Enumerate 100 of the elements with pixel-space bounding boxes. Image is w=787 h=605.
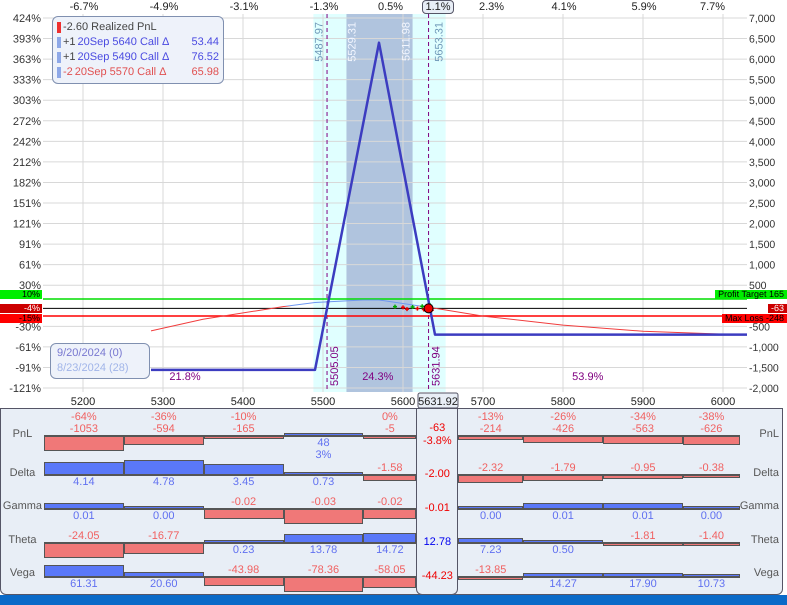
row-label: Vega: [754, 566, 779, 582]
current-value: 12.78: [424, 536, 452, 548]
greek-value: 13.78: [310, 544, 338, 556]
leg-description: 20Sep 5640 Call Δ: [78, 35, 170, 50]
greek-value: -1.40: [698, 530, 724, 542]
realized-pnl-text: -2.60 Realized PnL: [63, 20, 157, 35]
greek-value: 10.73: [698, 578, 726, 590]
dollar-axis-label: 5,000: [749, 95, 776, 108]
dollar-axis-label: 3,500: [749, 156, 776, 169]
leg-quantity: +1: [63, 35, 76, 50]
current-percent-label: 1.1%: [422, 0, 454, 14]
current-percent: -3.8%: [422, 435, 452, 448]
leg-description: 20Sep 5570 Call Δ: [74, 65, 167, 80]
row-label: PnL: [12, 427, 32, 442]
leg-quantity: -2: [63, 65, 73, 80]
max-loss-badge: -15%: [0, 314, 42, 323]
value-bar: [363, 476, 416, 481]
greek-value: 20.60: [150, 578, 178, 590]
probability-label: 53.9%: [572, 371, 604, 383]
dollar-axis-label: 500: [749, 280, 767, 292]
dollar-axis-label: 4,000: [749, 136, 776, 148]
greek-value: 0.01: [552, 510, 574, 522]
dollar-axis-label: 4,500: [749, 116, 776, 128]
percent-axis-label: 91%: [18, 239, 41, 252]
leg-quantity: +1: [63, 50, 76, 65]
greek-value: 0.50: [552, 544, 574, 556]
percent-value: 3%: [316, 449, 332, 461]
greek-value: -1053: [70, 423, 98, 435]
greek-value: 17.90: [629, 578, 657, 590]
greek-value: -0.03: [310, 496, 336, 508]
dollar-axis-label: 6,000: [749, 54, 776, 66]
greek-value: -0.38: [698, 462, 724, 474]
leg-marker-icon: [57, 67, 61, 78]
percent-axis-label: -91%: [15, 362, 41, 374]
probability-label: 21.8%: [169, 371, 201, 383]
row-label: Delta: [10, 466, 36, 481]
greek-value: 0.01: [73, 510, 95, 522]
dollar-axis-label: 5,500: [749, 74, 776, 87]
row-label: Delta: [753, 466, 779, 481]
date-label: 9/20/2024 (0): [57, 346, 124, 361]
greek-value: 0.23: [232, 544, 254, 556]
percent-value: 0%: [382, 411, 398, 423]
band-price-label: 5653.31: [434, 22, 446, 62]
percent-value: -26%: [550, 411, 576, 423]
greek-value: -13.85: [475, 564, 506, 576]
percent-change-label: 2.3%: [478, 1, 504, 14]
leg-marker-icon: [57, 37, 61, 48]
percent-value: -10%: [230, 411, 256, 423]
price-axis-label: 5600: [390, 396, 416, 408]
percent-change-label: -3.1%: [230, 1, 258, 14]
breakeven-label: 5631.94: [430, 346, 443, 386]
current-value: -44.23: [422, 570, 453, 582]
price-axis-label: 5300: [150, 396, 176, 408]
dollar-axis-label: 1,500: [749, 239, 776, 252]
percent-axis-label: 182%: [12, 177, 41, 190]
percent-axis-label: 121%: [12, 218, 41, 231]
dollar-axis-label: 6,500: [749, 34, 776, 46]
percent-axis-label: -61%: [15, 342, 41, 354]
price-axis-label: 5900: [630, 396, 656, 408]
greek-value: -0.95: [630, 462, 656, 474]
greek-value: 4.14: [73, 476, 95, 488]
greek-value: -5: [385, 423, 395, 435]
band-price-label: 5611.98: [400, 22, 413, 61]
percent-change-label: 7.7%: [700, 1, 726, 14]
greek-value: -58.05: [374, 564, 406, 576]
breakeven-label: 5505.05: [329, 346, 342, 386]
percent-value: -36%: [150, 411, 177, 423]
dollar-axis-label: 2,500: [749, 198, 776, 210]
row-label: Theta: [8, 532, 37, 548]
percent-change-label: 0.5%: [378, 1, 404, 14]
price-axis-label: 5700: [470, 396, 496, 408]
percent-change-label: 4.1%: [551, 1, 577, 14]
percent-axis-label: 242%: [12, 136, 41, 148]
profit-target-badge: 10%: [0, 290, 42, 299]
greek-value: 0.00: [480, 510, 502, 522]
percent-change-label: -1.3%: [310, 1, 338, 14]
percent-axis-label: 212%: [12, 156, 41, 169]
greek-value: -626: [700, 423, 722, 435]
leg-delta: 53.44: [191, 35, 219, 50]
leg-delta: 65.98: [191, 65, 219, 80]
greek-value: 7.23: [480, 544, 502, 556]
percent-axis-label: 151%: [12, 198, 41, 210]
row-label: PnL: [759, 427, 779, 442]
percent-change-label: 5.9%: [631, 1, 657, 14]
greek-value: -563: [632, 423, 654, 435]
percent-axis-label: 333%: [12, 74, 41, 87]
row-label: Gamma: [740, 499, 779, 514]
greek-value: -426: [552, 423, 574, 435]
row-label: Theta: [750, 532, 779, 548]
date-label: 8/23/2024 (28): [57, 361, 130, 376]
greek-value: 4.78: [153, 476, 174, 488]
percent-value: -38%: [698, 411, 724, 423]
greek-value: -1.58: [377, 462, 402, 474]
greek-value: -16.77: [148, 530, 180, 542]
current-pnl-badge: -63: [768, 304, 787, 314]
probability-label: 24.3%: [362, 371, 394, 383]
row-label: Vega: [10, 566, 36, 582]
greek-value: -78.36: [308, 564, 340, 576]
greek-value: -1.79: [550, 462, 576, 474]
greek-value: -594: [152, 423, 175, 435]
